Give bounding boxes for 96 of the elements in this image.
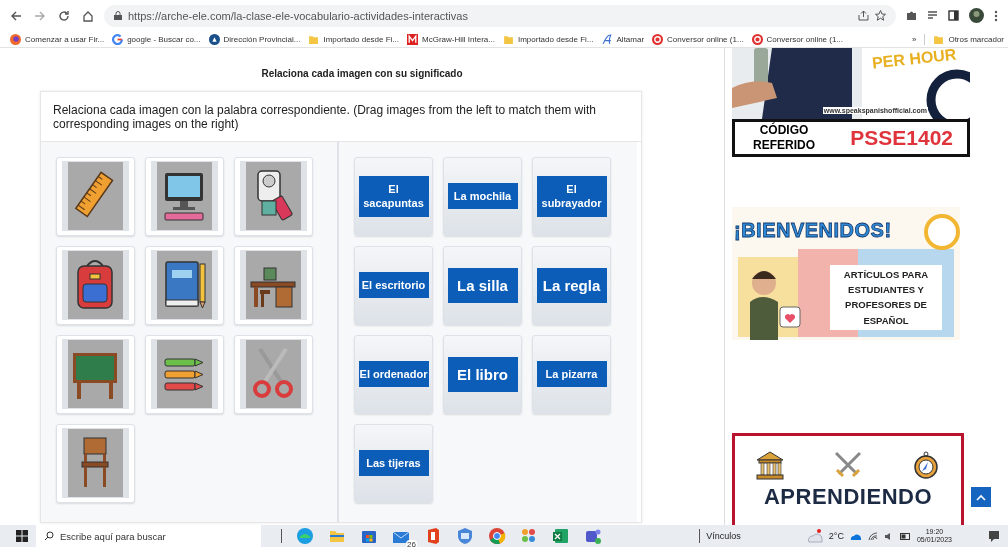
word-label: La pizarra bbox=[536, 361, 607, 388]
welcome-title: ¡BIENVENIDOS! bbox=[734, 219, 892, 242]
computer-drawing bbox=[151, 161, 218, 232]
temperature: 2°C bbox=[828, 531, 844, 541]
bookmark[interactable]: Importado desde Fi... bbox=[323, 34, 400, 44]
ruler-drawing bbox=[62, 161, 129, 232]
bookmark[interactable]: Conversor online (1... bbox=[766, 34, 844, 44]
app-icon[interactable] bbox=[520, 527, 538, 545]
windows-icon[interactable] bbox=[16, 530, 28, 542]
bookmark[interactable]: Comenzar a usar Fir... bbox=[25, 34, 105, 44]
word-card[interactable]: La silla bbox=[443, 245, 522, 325]
book-drawing bbox=[151, 250, 218, 321]
image-card[interactable] bbox=[234, 156, 313, 236]
desk-drawing bbox=[240, 250, 307, 321]
activity-title: Relaciona cada imagen con su significado bbox=[260, 67, 464, 81]
side-panel-icon[interactable] bbox=[948, 10, 959, 21]
bookmark[interactable]: Dirección Provincial... bbox=[223, 34, 301, 44]
arrow-circle-icon bbox=[208, 33, 220, 45]
toolbar-label[interactable]: Vínculos bbox=[706, 531, 741, 541]
word-label: La regla bbox=[536, 267, 607, 304]
cloud-icon[interactable] bbox=[849, 532, 862, 540]
word-label: El libro bbox=[447, 356, 518, 393]
word-card[interactable]: La pizarra bbox=[532, 334, 611, 414]
square-logo-icon bbox=[407, 33, 419, 45]
battery-icon[interactable] bbox=[899, 532, 911, 540]
chalkboard-drawing bbox=[62, 339, 129, 410]
referral-code: PSSE1402 bbox=[850, 126, 953, 150]
word-label: El subrayador bbox=[536, 176, 607, 217]
banner-title: APRENDIENDO bbox=[763, 484, 933, 510]
word-label: La mochila bbox=[447, 183, 518, 210]
word-card[interactable]: El subrayador bbox=[532, 156, 611, 236]
word-card[interactable]: Las tijeras bbox=[354, 423, 433, 503]
weather-icon[interactable] bbox=[806, 529, 823, 543]
backpack-drawing bbox=[62, 250, 129, 321]
word-label: La silla bbox=[447, 267, 518, 304]
menu-icon[interactable] bbox=[994, 9, 998, 22]
word-card[interactable]: El escritorio bbox=[354, 245, 433, 325]
more-bookmarks[interactable]: » bbox=[911, 34, 917, 44]
compass-icon bbox=[911, 450, 941, 480]
scissors-drawing bbox=[240, 339, 307, 410]
image-card[interactable] bbox=[56, 423, 135, 503]
code-label: CÓDIGO REFERIDO bbox=[752, 123, 816, 153]
sharpener-drawing bbox=[240, 161, 307, 232]
scroll-top-button[interactable] bbox=[971, 487, 991, 507]
word-card[interactable]: El libro bbox=[443, 334, 522, 414]
word-label: El escritorio bbox=[358, 272, 429, 299]
caret-up-icon bbox=[976, 493, 986, 501]
image-card[interactable] bbox=[56, 334, 135, 414]
instructions: Relaciona cada imagen con la palabra correspondiente. (Drag images from the left to match them with corresponding images on the right) bbox=[41, 92, 641, 142]
word-card[interactable]: La regla bbox=[532, 245, 611, 325]
folder-icon bbox=[933, 33, 945, 45]
search-icon bbox=[44, 531, 54, 541]
bookmark[interactable]: Altamar bbox=[616, 34, 645, 44]
bookmark[interactable]: Conversor online (1... bbox=[667, 34, 744, 44]
image-card[interactable] bbox=[145, 334, 224, 414]
chair-drawing bbox=[62, 428, 129, 499]
bookmark[interactable]: google - Buscar co... bbox=[127, 34, 201, 44]
word-card[interactable]: La mochila bbox=[443, 156, 522, 236]
folder-icon bbox=[502, 33, 514, 45]
welcome-text: ARTÍCULOS PARA ESTUDIANTES Y PROFESORES DE ESPAÑOL bbox=[830, 265, 942, 330]
chat-icon[interactable] bbox=[584, 527, 602, 545]
avatar-icon[interactable] bbox=[969, 8, 984, 23]
folder-icon bbox=[308, 33, 320, 45]
markers-drawing bbox=[151, 339, 218, 410]
spreadsheet-icon[interactable] bbox=[552, 527, 570, 545]
share-icon[interactable] bbox=[858, 10, 869, 21]
script-icon bbox=[601, 33, 613, 45]
image-card[interactable] bbox=[145, 245, 224, 325]
home-icon[interactable] bbox=[82, 9, 94, 22]
notification-icon[interactable] bbox=[988, 530, 1000, 542]
address-bar[interactable]: https://arche-ele.com/la-clase-ele-vocabulario-actividades-interactivas bbox=[104, 4, 896, 27]
image-card[interactable] bbox=[56, 156, 135, 236]
wifi-icon[interactable] bbox=[867, 531, 878, 541]
bookmark[interactable]: Importado desde Fi... bbox=[517, 34, 594, 44]
image-card[interactable] bbox=[56, 245, 135, 325]
word-card[interactable]: El sacapuntas bbox=[354, 156, 433, 236]
word-label: Las tijeras bbox=[358, 450, 429, 477]
image-card[interactable] bbox=[145, 156, 224, 236]
word-label: El sacapuntas bbox=[358, 176, 429, 217]
shield-icon[interactable] bbox=[456, 527, 474, 545]
list-icon[interactable] bbox=[927, 10, 938, 21]
promo-tagline: PER HOUR bbox=[870, 48, 957, 73]
word-label: El ordenador bbox=[358, 361, 429, 388]
temple-icon bbox=[755, 450, 785, 480]
unread-count: 26 bbox=[406, 540, 417, 547]
crossed-swords-icon bbox=[833, 450, 863, 480]
bookmark-folder[interactable]: Otros marcador bbox=[948, 34, 1004, 44]
search-engine-icon bbox=[112, 33, 124, 45]
search-field[interactable]: Escribe aquí para buscar bbox=[36, 525, 261, 547]
image-card[interactable] bbox=[234, 245, 313, 325]
bookmark[interactable]: McGraw-Hill Intera... bbox=[422, 34, 495, 44]
reload-icon[interactable] bbox=[58, 9, 70, 22]
star-icon[interactable] bbox=[875, 10, 886, 21]
back-icon[interactable] bbox=[10, 9, 22, 22]
word-card[interactable]: El ordenador bbox=[354, 334, 433, 414]
lock-icon bbox=[114, 11, 122, 20]
